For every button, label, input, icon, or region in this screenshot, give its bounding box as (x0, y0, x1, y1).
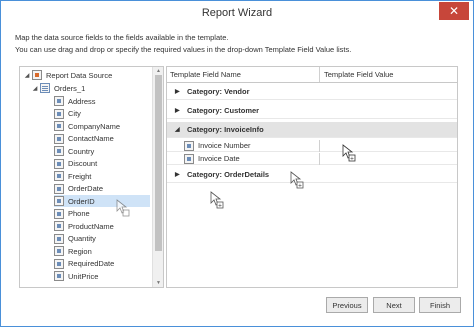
expand-arrow-icon[interactable]: ▶ (175, 88, 187, 95)
tree-field-label: Phone (68, 209, 90, 218)
template-field-label: Invoice Date (198, 154, 240, 163)
expand-arrow-icon[interactable]: ▶ (175, 171, 187, 178)
tree-table-label: Orders_1 (54, 83, 86, 93)
close-button[interactable]: ✕ (439, 2, 469, 20)
field-icon (184, 153, 194, 164)
scrollbar-thumb[interactable] (155, 75, 162, 251)
scroll-down-icon[interactable]: ▼ (153, 279, 163, 287)
template-field-row[interactable]: Invoice Date (167, 152, 457, 165)
tree-field-item[interactable]: Address (54, 95, 150, 107)
tree-table[interactable]: ◢ Orders_1 (30, 82, 85, 94)
tree-field-item[interactable]: Freight (54, 170, 150, 182)
tree-field-item[interactable]: OrderDate (54, 183, 150, 195)
column-header-field-name[interactable]: Template Field Name (167, 67, 320, 82)
tree-field-label: Freight (68, 171, 92, 181)
tree-field-item[interactable]: Region (54, 245, 150, 257)
title-bar: Report Wizard ✕ (1, 1, 473, 25)
field-icon (54, 208, 64, 219)
tree-root[interactable]: ◢ Report Data Source (22, 69, 112, 81)
instructions-line-2: You can use drag and drop or specify the… (15, 45, 352, 54)
template-field-label: Invoice Number (198, 141, 251, 150)
field-icon (54, 246, 64, 256)
tree-field-label: Quantity (68, 234, 96, 243)
table-icon (40, 83, 50, 93)
tree-field-item[interactable]: OrderID (54, 195, 150, 207)
next-button[interactable]: Next (373, 297, 415, 313)
drag-cursor-icon: + (290, 171, 304, 189)
category-label: Category: Customer (187, 106, 260, 115)
field-icon (54, 233, 64, 244)
previous-button[interactable]: Previous (326, 297, 368, 313)
drag-cursor-icon: + (342, 144, 356, 162)
tree-field-label: ProductName (68, 221, 114, 231)
field-icon (54, 146, 64, 156)
tree-field-item[interactable]: ProductName (54, 220, 150, 232)
category-label: Category: Vendor (187, 87, 250, 96)
finish-button[interactable]: Finish (419, 297, 461, 313)
collapse-arrow-icon[interactable]: ◢ (30, 85, 40, 92)
grid-header: Template Field Name Template Field Value (167, 67, 457, 83)
tree-field-label: Address (68, 96, 96, 106)
tree-scrollbar[interactable]: ▲ ▼ (152, 67, 163, 287)
svg-text:+: + (350, 156, 354, 162)
category-customer[interactable]: ▶ Category: Customer (167, 103, 457, 119)
scroll-up-icon[interactable]: ▲ (153, 67, 163, 75)
data-source-tree[interactable]: ◢ Report Data Source ◢ Orders_1 Address C… (19, 66, 164, 288)
field-icon (54, 271, 64, 281)
tree-field-label: UnitPrice (68, 271, 99, 281)
tree-field-label: OrderDate (68, 184, 104, 193)
collapse-arrow-icon[interactable]: ◢ (175, 126, 187, 133)
tree-field-label: City (68, 109, 81, 118)
tree-field-label: Region (68, 246, 92, 256)
category-label: Category: InvoiceInfo (187, 125, 264, 134)
field-icon (54, 158, 64, 169)
tree-field-label: ContactName (68, 134, 114, 143)
expand-arrow-icon[interactable]: ▶ (175, 107, 187, 114)
tree-root-label: Report Data Source (46, 70, 113, 80)
instructions-line-1: Map the data source fields to the fields… (15, 33, 229, 42)
tree-field-item[interactable]: UnitPrice (54, 270, 150, 282)
tree-field-label: Discount (68, 159, 98, 168)
window-title: Report Wizard (201, 7, 273, 19)
field-icon (54, 171, 64, 181)
instructions: Map the data source fields to the fields… (15, 32, 351, 56)
field-icon (54, 196, 64, 206)
tree-field-item[interactable]: RequiredDate (54, 258, 150, 270)
field-icon (54, 121, 64, 131)
tree-field-item[interactable]: Country (54, 145, 150, 157)
tree-field-label: CompanyName (68, 121, 121, 131)
field-icon (54, 221, 64, 231)
column-header-field-value[interactable]: Template Field Value (320, 67, 393, 82)
field-icon (54, 258, 64, 269)
template-field-grid[interactable]: Template Field Name Template Field Value… (166, 66, 458, 288)
tree-field-label: Country (68, 146, 95, 156)
drag-cursor-icon: + (210, 191, 224, 209)
tree-field-label: RequiredDate (68, 259, 115, 268)
field-icon (184, 140, 194, 151)
svg-text:+: + (218, 203, 222, 209)
category-label: Category: OrderDetails (187, 170, 270, 179)
category-vendor[interactable]: ▶ Category: Vendor (167, 84, 457, 100)
tree-field-item[interactable]: City (54, 108, 150, 120)
tree-field-item[interactable]: Discount (54, 158, 150, 170)
drag-cursor-icon (116, 199, 130, 217)
field-icon (54, 96, 64, 106)
category-orderdetails[interactable]: ▶ Category: OrderDetails (167, 167, 457, 183)
tree-field-item[interactable]: ContactName (54, 133, 150, 145)
collapse-arrow-icon[interactable]: ◢ (22, 72, 32, 79)
tree-field-item[interactable]: Quantity (54, 233, 150, 245)
template-field-row[interactable]: Invoice Number (167, 139, 457, 152)
tree-field-label: OrderID (68, 196, 95, 206)
field-icon (54, 183, 64, 194)
tree-field-item[interactable]: Phone (54, 208, 150, 220)
tree-field-item[interactable]: CompanyName (54, 120, 150, 132)
field-icon (54, 133, 64, 144)
data-source-icon (32, 70, 42, 80)
category-invoiceinfo[interactable]: ◢ Category: InvoiceInfo (167, 122, 457, 138)
svg-text:+: + (298, 183, 302, 189)
report-wizard-window: Report Wizard ✕ Map the data source fiel… (0, 0, 474, 327)
field-icon (54, 108, 64, 119)
